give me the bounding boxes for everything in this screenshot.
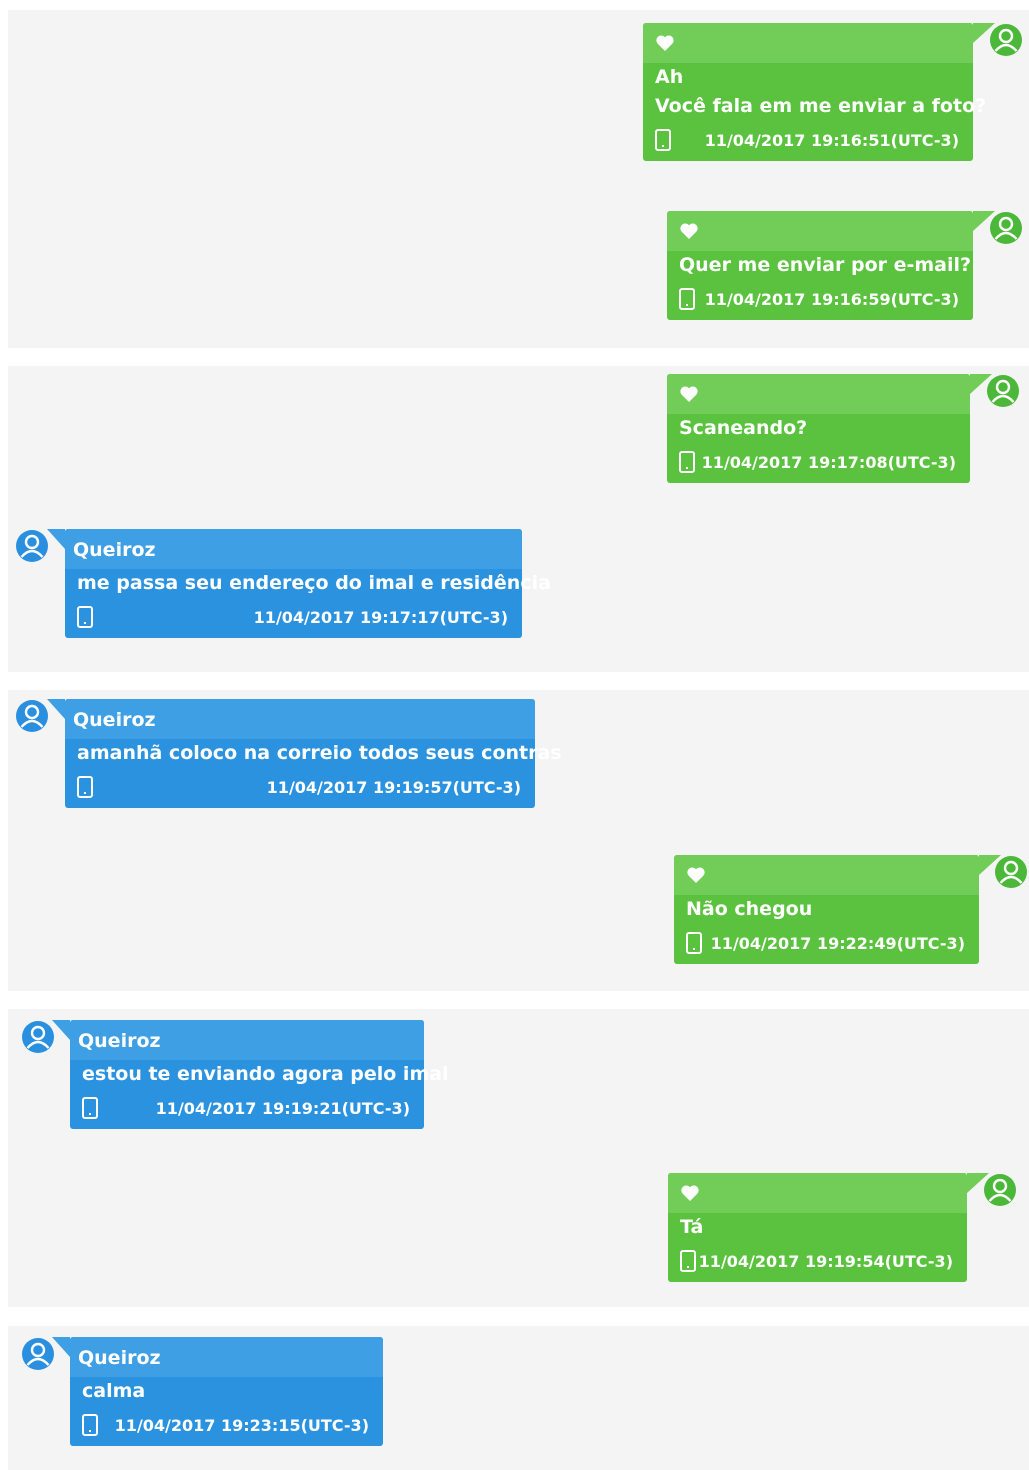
sender-name: Queiroz xyxy=(78,1030,161,1052)
message-text: amanhã coloco na correio todos seus cont… xyxy=(65,739,562,768)
message-text: estou te enviando agora pelo imal xyxy=(70,1060,449,1089)
phone-icon xyxy=(679,288,695,310)
outgoing-message[interactable]: Não chegou 11/04/2017 19:22:49(UTC-3) xyxy=(674,855,1001,964)
message-text: calma xyxy=(70,1377,383,1406)
message-timestamp: 11/04/2017 19:19:54(UTC-3) xyxy=(698,1252,953,1271)
message-line: Scaneando? xyxy=(679,417,808,439)
heart-icon[interactable] xyxy=(679,384,699,404)
message-line: Ah xyxy=(655,66,684,88)
message-timestamp: 11/04/2017 19:23:15(UTC-3) xyxy=(114,1416,369,1435)
phone-icon xyxy=(77,776,93,798)
sender-name: Queiroz xyxy=(73,709,156,731)
message-header xyxy=(667,211,973,251)
heart-icon[interactable] xyxy=(679,221,699,241)
message-timestamp: 11/04/2017 19:16:51(UTC-3) xyxy=(704,131,959,150)
message-line: amanhã coloco na correio todos seus cont… xyxy=(77,742,562,764)
user-avatar-icon xyxy=(16,530,48,562)
message-text: Não chegou xyxy=(674,895,979,924)
message-meta: 11/04/2017 19:19:21(UTC-3) xyxy=(70,1089,424,1129)
outgoing-message[interactable]: Quer me enviar por e-mail? 11/04/2017 19… xyxy=(667,211,995,320)
message-timestamp: 11/04/2017 19:17:08(UTC-3) xyxy=(701,453,956,472)
message-header: Queiroz xyxy=(65,529,522,569)
message-meta: 11/04/2017 19:17:08(UTC-3) xyxy=(667,443,970,483)
incoming-message[interactable]: Queiroz amanhã coloco na correio todos s… xyxy=(47,699,562,808)
sender-name: Queiroz xyxy=(78,1347,161,1369)
message-meta: 11/04/2017 19:22:49(UTC-3) xyxy=(674,924,979,964)
user-avatar-icon xyxy=(990,212,1022,244)
message-line: Não chegou xyxy=(686,898,813,920)
message-header: Queiroz xyxy=(65,699,535,739)
incoming-message[interactable]: Queiroz calma 11/04/2017 19:23:15(UTC-3) xyxy=(52,1337,383,1446)
phone-icon xyxy=(679,451,695,473)
message-meta: 11/04/2017 19:16:51(UTC-3) xyxy=(643,121,973,161)
message-timestamp: 11/04/2017 19:19:21(UTC-3) xyxy=(155,1099,410,1118)
outgoing-message[interactable]: Tá 11/04/2017 19:19:54(UTC-3) xyxy=(668,1173,989,1282)
message-header xyxy=(667,374,970,414)
bubble-tail xyxy=(52,1020,70,1040)
message-timestamp: 11/04/2017 19:19:57(UTC-3) xyxy=(266,778,521,797)
phone-icon xyxy=(82,1414,98,1436)
user-avatar-icon xyxy=(16,700,48,732)
message-text: Scaneando? xyxy=(667,414,970,443)
user-avatar-icon xyxy=(984,1174,1016,1206)
message-meta: 11/04/2017 19:23:15(UTC-3) xyxy=(70,1406,383,1446)
message-timestamp: 11/04/2017 19:16:59(UTC-3) xyxy=(704,290,959,309)
bubble-tail xyxy=(52,1337,70,1357)
phone-icon xyxy=(77,606,93,628)
message-line: estou te enviando agora pelo imal xyxy=(82,1063,449,1085)
message-text: Ah Você fala em me enviar a foto? xyxy=(643,63,987,121)
message-line: Tá xyxy=(680,1216,704,1238)
message-line: calma xyxy=(82,1380,146,1402)
message-text: me passa seu endereço do imal e residênc… xyxy=(65,569,551,598)
incoming-message[interactable]: Queiroz me passa seu endereço do imal e … xyxy=(47,529,551,638)
message-header: Queiroz xyxy=(70,1337,383,1377)
message-meta: 11/04/2017 19:17:17(UTC-3) xyxy=(65,598,522,638)
message-header xyxy=(643,23,973,63)
message-line: Quer me enviar por e-mail? xyxy=(679,254,972,276)
message-timestamp: 11/04/2017 19:22:49(UTC-3) xyxy=(710,934,965,953)
outgoing-message[interactable]: Scaneando? 11/04/2017 19:17:08(UTC-3) xyxy=(667,374,992,483)
phone-icon xyxy=(686,932,702,954)
bubble-tail xyxy=(47,699,65,719)
heart-icon[interactable] xyxy=(680,1183,700,1203)
message-line: me passa seu endereço do imal e residênc… xyxy=(77,572,551,594)
phone-icon xyxy=(655,129,671,151)
heart-icon[interactable] xyxy=(655,33,675,53)
outgoing-message[interactable]: Ah Você fala em me enviar a foto? 11/04/… xyxy=(643,23,995,161)
phone-icon xyxy=(82,1097,98,1119)
message-meta: 11/04/2017 19:19:57(UTC-3) xyxy=(65,768,535,808)
incoming-message[interactable]: Queiroz estou te enviando agora pelo ima… xyxy=(52,1020,449,1129)
user-avatar-icon xyxy=(995,856,1027,888)
phone-icon xyxy=(680,1250,696,1272)
message-header xyxy=(674,855,979,895)
heart-icon[interactable] xyxy=(686,865,706,885)
user-avatar-icon xyxy=(987,375,1019,407)
user-avatar-icon xyxy=(990,24,1022,56)
message-meta: 11/04/2017 19:16:59(UTC-3) xyxy=(667,280,973,320)
message-timestamp: 11/04/2017 19:17:17(UTC-3) xyxy=(253,608,508,627)
bubble-tail xyxy=(47,529,65,549)
sender-name: Queiroz xyxy=(73,539,156,561)
message-meta: 11/04/2017 19:19:54(UTC-3) xyxy=(668,1242,967,1282)
message-text: Tá xyxy=(668,1213,967,1242)
message-text: Quer me enviar por e-mail? xyxy=(667,251,973,280)
user-avatar-icon xyxy=(22,1338,54,1370)
message-line: Você fala em me enviar a foto? xyxy=(655,95,987,117)
user-avatar-icon xyxy=(22,1021,54,1053)
message-header xyxy=(668,1173,967,1213)
message-header: Queiroz xyxy=(70,1020,424,1060)
